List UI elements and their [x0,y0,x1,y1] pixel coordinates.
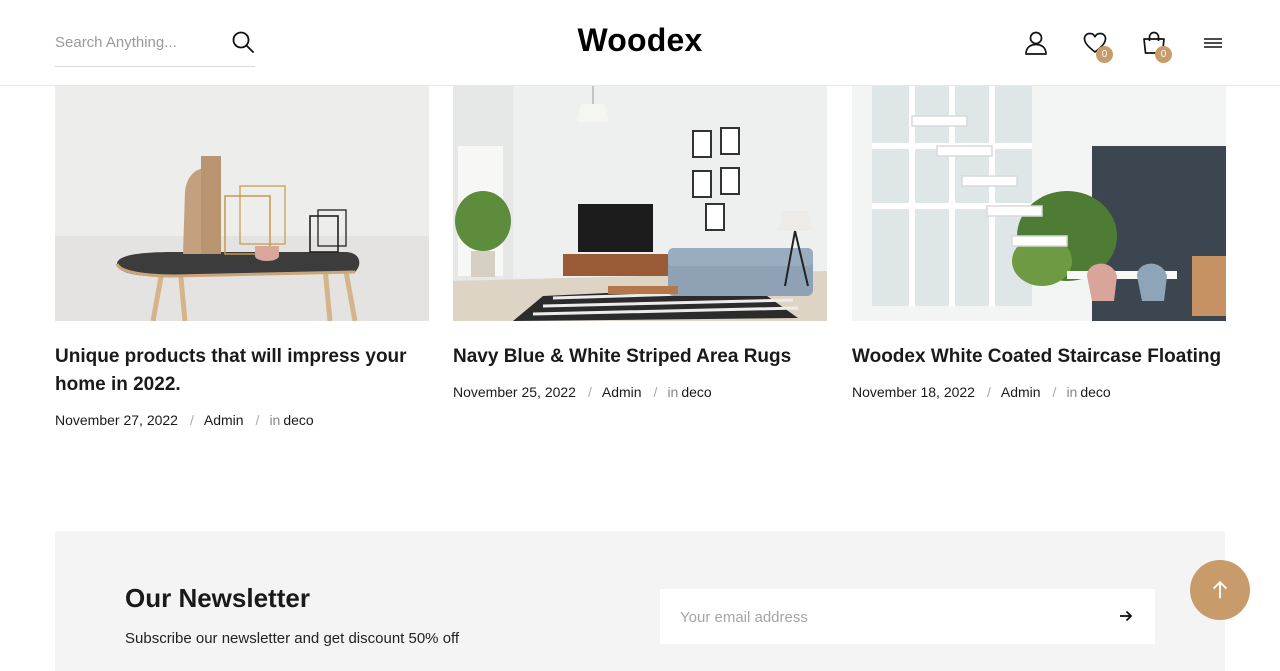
cart-count-badge: 0 [1155,46,1172,63]
post-category[interactable]: deco [283,412,313,428]
post-title[interactable]: Unique products that will impress your h… [55,343,429,399]
post-meta: November 18, 2022 / Admin / in deco [852,383,1226,401]
post-category[interactable]: deco [681,384,711,400]
search-icon[interactable] [231,30,255,54]
cart-button[interactable]: 0 [1141,30,1172,63]
search-bar [55,20,255,67]
wishlist-button[interactable]: 0 [1082,30,1113,63]
post-author[interactable]: Admin [204,412,244,428]
subscribe-arrow-icon[interactable] [1117,607,1135,625]
meta-separator: / [986,384,991,400]
post-date[interactable]: November 27, 2022 [55,412,178,428]
meta-separator: / [587,384,592,400]
wishlist-count-badge: 0 [1096,46,1113,63]
post-category[interactable]: deco [1080,384,1110,400]
post-date[interactable]: November 18, 2022 [852,384,975,400]
back-to-top-button[interactable] [1190,560,1250,620]
arrow-up-icon [1212,580,1228,599]
email-input[interactable] [680,605,1100,629]
category-prefix: in [1066,384,1078,400]
newsletter-subtitle: Subscribe our newsletter and get discoun… [125,630,460,647]
meta-separator: / [189,412,194,428]
menu-icon[interactable] [1200,30,1226,56]
post-title[interactable]: Woodex White Coated Staircase Floating [852,343,1226,371]
post-thumbnail-living-room[interactable] [453,86,827,321]
meta-separator: / [255,412,260,428]
post-thumbnail-staircase[interactable] [852,86,1226,321]
category-prefix: in [269,412,281,428]
site-logo[interactable]: Woodex [540,22,740,59]
site-header: Woodex 0 0 [0,0,1280,86]
blog-card: Navy Blue & White Striped Area Rugs Nove… [453,86,827,401]
post-author[interactable]: Admin [1001,384,1041,400]
post-meta: November 27, 2022 / Admin / in deco [55,411,429,429]
newsletter-form [660,589,1155,644]
meta-separator: / [1052,384,1057,400]
blog-card: Unique products that will impress your h… [55,86,429,429]
post-meta: November 25, 2022 / Admin / in deco [453,383,827,401]
post-thumbnail-desk[interactable] [55,86,429,321]
newsletter-section: Our Newsletter Subscribe our newsletter … [55,531,1225,671]
search-input[interactable] [55,30,220,54]
meta-separator: / [653,384,658,400]
newsletter-title: Our Newsletter [125,583,310,613]
post-title[interactable]: Navy Blue & White Striped Area Rugs [453,343,827,371]
post-date[interactable]: November 25, 2022 [453,384,576,400]
user-icon[interactable] [1023,30,1049,56]
blog-card: Woodex White Coated Staircase Floating N… [852,86,1226,401]
category-prefix: in [667,384,679,400]
post-author[interactable]: Admin [602,384,642,400]
